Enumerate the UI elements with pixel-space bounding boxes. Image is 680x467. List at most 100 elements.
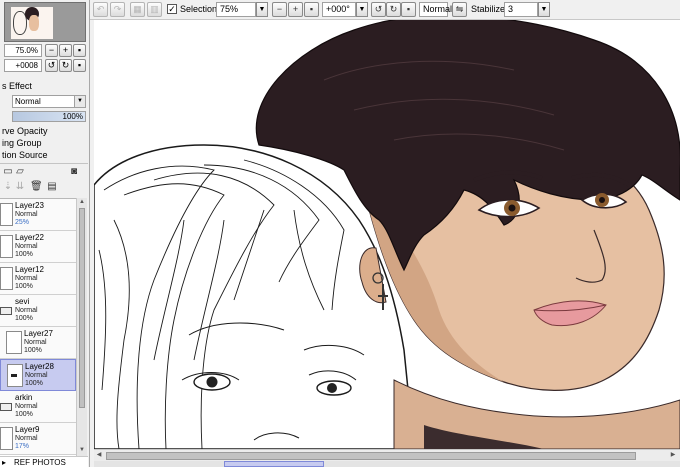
zoom-in-button[interactable]: + (59, 44, 72, 57)
zoom-reset-button[interactable]: ▪ (73, 44, 86, 57)
layer-list-scrollbar[interactable]: ▲ ▼ (76, 198, 87, 456)
navigator-face (29, 15, 39, 31)
layer-item-selected[interactable]: Layer28 Normal 100% (0, 359, 76, 391)
redo-icon[interactable]: ↷ (110, 2, 125, 17)
layer-name: Layer22 (15, 233, 44, 242)
canvas-horizontal-scrollbar[interactable]: ◀ ▶ (94, 449, 680, 461)
selection-checkbox[interactable]: ✓ (167, 4, 177, 14)
deselect-icon[interactable]: ▦ (130, 2, 145, 17)
layer-name: Layer27 (24, 329, 53, 338)
effect-label: s Effect (2, 81, 32, 91)
rotate-reset-icon[interactable]: ▪ (401, 2, 416, 17)
option-curve-opacity[interactable]: rve Opacity (2, 126, 48, 137)
zoom-select[interactable]: 75% (216, 2, 256, 17)
rotate-cw-icon[interactable]: ↻ (386, 2, 401, 17)
scroll-up-icon[interactable]: ▲ (77, 198, 87, 207)
new-layer-icon[interactable]: ▭ (2, 166, 14, 178)
zoom-in-icon[interactable]: + (288, 2, 303, 17)
layer-name: Layer28 (25, 362, 54, 371)
merge-down-icon[interactable]: ⇊ (14, 181, 26, 193)
folder-icon (0, 395, 13, 418)
layer-opacity: 100% (15, 411, 33, 418)
blend-mode-value: Normal (15, 97, 41, 106)
chevron-down-icon: ▼ (74, 96, 85, 107)
zoom-out-button[interactable]: − (45, 44, 58, 57)
paint-tool-sai-window: 75.0% − + ▪ +0008 ↺ ↻ ▪ s Effect Normal … (0, 0, 680, 467)
layer-opacity: 100% (25, 380, 43, 387)
layer-thumbnail (0, 427, 13, 450)
layer-opacity: 25% (15, 219, 30, 226)
layer-opacity: 100% (15, 251, 33, 258)
layer-thumbnail (0, 203, 13, 226)
transfer-down-icon[interactable]: ⇣ (2, 181, 14, 193)
undo-icon[interactable]: ↶ (93, 2, 108, 17)
layer-mode: Normal (15, 435, 38, 442)
layer-name: arkin (15, 393, 33, 402)
rotate-right-button[interactable]: ↻ (59, 59, 72, 72)
girl-right-pupil (327, 383, 337, 393)
stabilizer-select[interactable]: 3 (504, 2, 538, 17)
layer-thumbnail (7, 364, 23, 387)
option-selection-source[interactable]: tion Source (2, 150, 48, 161)
scroll-thumb[interactable] (106, 452, 636, 460)
document-tab-bar (94, 461, 680, 467)
rotation-select[interactable]: +000° (322, 2, 356, 17)
navigator-thumbnail[interactable] (4, 2, 86, 42)
layer-item[interactable]: Layer27 Normal 100% (0, 327, 76, 359)
new-folder-icon[interactable]: ▱ (14, 166, 26, 178)
navigator-zoom-field[interactable]: 75.0% (4, 44, 42, 57)
layer-item[interactable]: Layer22 Normal 100% (0, 231, 76, 263)
layer-mode: Normal (25, 372, 48, 379)
scroll-right-icon[interactable]: ▶ (668, 450, 678, 461)
layer-item[interactable]: Layer9 Normal 17% (0, 423, 76, 455)
blend-mode-field[interactable]: Normal (419, 2, 452, 17)
layer-mode: Normal (15, 243, 38, 250)
layer-list: Layer23 Normal 25% Layer22 Normal 100% L… (0, 198, 76, 456)
layer-mode: Normal (15, 403, 38, 410)
zoom-fit-icon[interactable]: ▪ (304, 2, 319, 17)
layer-item[interactable]: Layer12 Normal 100% (0, 263, 76, 295)
chevron-down-icon[interactable]: ▼ (538, 2, 550, 17)
ref-photos-label: REF PHOTOS (14, 458, 66, 467)
left-panel: 75.0% − + ▪ +0008 ↺ ↻ ▪ s Effect Normal … (0, 0, 90, 467)
flip-horizontal-icon[interactable]: ⇋ (452, 2, 467, 17)
rotate-left-button[interactable]: ↺ (45, 59, 58, 72)
layer-opacity: 100% (24, 347, 42, 354)
layer-thumbnail (0, 267, 13, 290)
folder-arrow-icon: ▸ (2, 458, 7, 467)
girl-left-pupil (206, 376, 218, 388)
layer-opacity: 17% (15, 443, 30, 450)
scroll-down-icon[interactable]: ▼ (77, 446, 87, 455)
layer-item[interactable]: sevi Normal 100% (0, 295, 76, 327)
layer-name: sevi (15, 297, 30, 306)
layer-opacity: 100% (15, 315, 33, 322)
layer-blend-mode-select[interactable]: Normal ▼ (12, 95, 86, 108)
document-tab[interactable] (224, 461, 324, 467)
layer-thumbnail (6, 331, 22, 354)
layer-options-icon[interactable]: ◙ (68, 166, 80, 178)
scroll-thumb[interactable] (79, 208, 85, 408)
clear-layer-icon[interactable]: ▤ (46, 181, 58, 193)
rotate-reset-button[interactable]: ▪ (73, 59, 86, 72)
option-clipping-group[interactable]: ing Group (2, 138, 42, 149)
layer-name: Layer23 (15, 201, 44, 210)
layer-mode: Normal (15, 275, 38, 282)
ref-photos-folder[interactable]: ▸ REF PHOTOS (0, 456, 88, 467)
layer-opacity: 100% (15, 283, 33, 290)
layer-tools: ▭ ▱ ◙ ⇣ ⇊ 🗑 ▤ (0, 163, 88, 195)
rotate-ccw-icon[interactable]: ↺ (371, 2, 386, 17)
layer-opacity-slider[interactable]: 100% (12, 111, 86, 122)
trash-icon[interactable]: 🗑 (30, 181, 43, 193)
layer-mode: Normal (15, 307, 38, 314)
chevron-down-icon[interactable]: ▼ (356, 2, 368, 17)
scroll-left-icon[interactable]: ◀ (94, 450, 104, 461)
drawing-canvas[interactable] (94, 20, 680, 449)
zoom-out-icon[interactable]: − (272, 2, 287, 17)
layer-item[interactable]: Layer23 Normal 25% (0, 199, 76, 231)
layer-name: Layer12 (15, 265, 44, 274)
invert-selection-icon[interactable]: ▥ (147, 2, 162, 17)
navigator-rotation-field[interactable]: +0008 (4, 59, 42, 72)
selection-label: Selection (180, 4, 218, 14)
layer-item[interactable]: arkin Normal 100% (0, 391, 76, 423)
chevron-down-icon[interactable]: ▼ (256, 2, 268, 17)
